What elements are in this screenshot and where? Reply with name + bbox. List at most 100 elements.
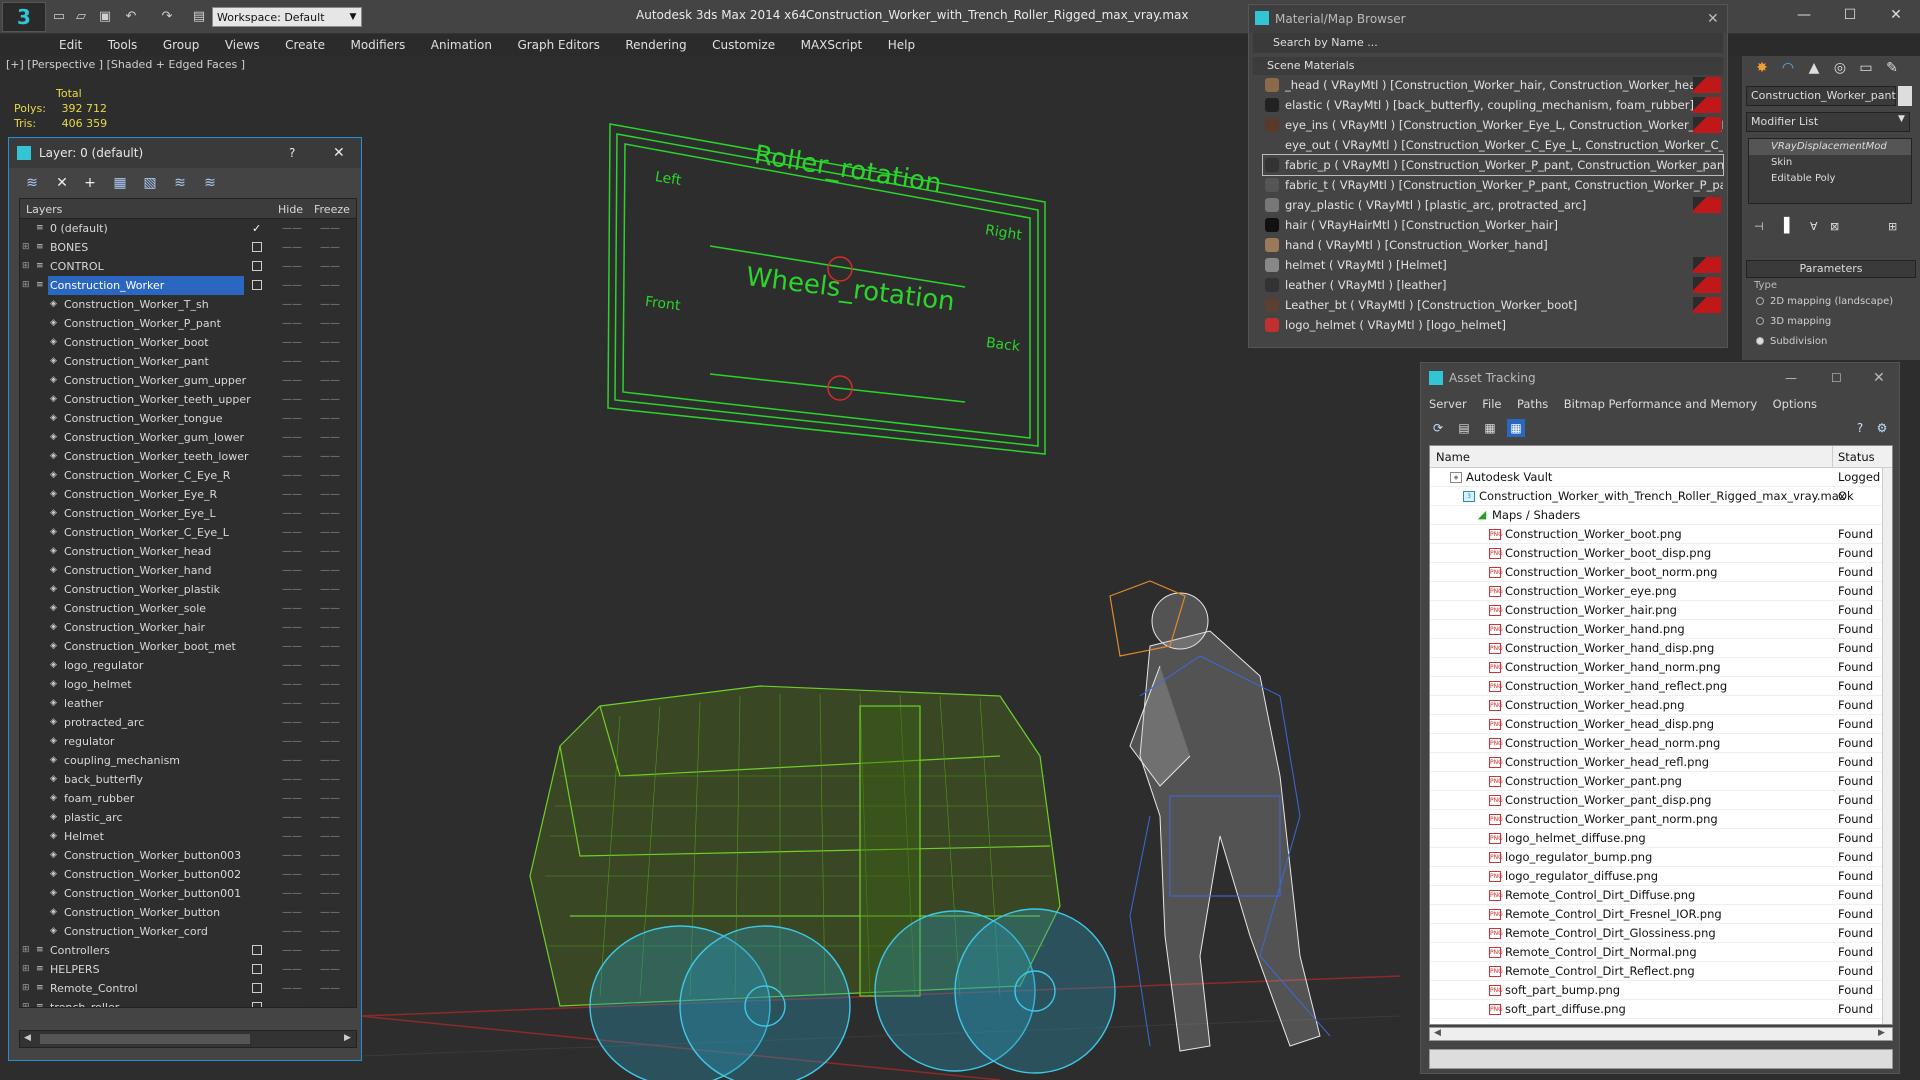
stack-item-vraydisplacement[interactable]: VRayDisplacementMod [1749, 139, 1911, 155]
asset-row[interactable]: PNG Construction_Worker_hand.png Found [1430, 620, 1892, 639]
asset-row[interactable]: PNG Remote_Control_Dirt_Fresnel_IOR.png Fo… [1430, 905, 1892, 924]
parameters-rollout[interactable]: Parameters [1746, 260, 1916, 278]
new-file-icon[interactable]: ▭ [50, 8, 68, 26]
freeze-toggle[interactable]: —— [320, 846, 340, 865]
maximize-dialog-button[interactable]: ☐ [1831, 363, 1842, 393]
layer-row[interactable]: ◈ Construction_Worker_C_Eye_R —— —— [20, 466, 356, 485]
freeze-toggle[interactable]: —— [320, 257, 340, 276]
layer-row[interactable]: ◈ Construction_Worker_Eye_R —— —— [20, 485, 356, 504]
asset-row[interactable]: PNG Construction_Worker_pant.png Found [1430, 772, 1892, 791]
layer-row[interactable]: ◈ logo_regulator —— —— [20, 656, 356, 675]
asset-row[interactable]: PNG logo_regulator_bump.png Found [1430, 848, 1892, 867]
material-row[interactable]: gray_plastic ( VRayMtl ) [plastic_arc, p… [1263, 195, 1723, 215]
hide-toggle[interactable]: —— [282, 409, 302, 428]
layer-row[interactable]: ◈ Construction_Worker_C_Eye_L —— —— [20, 523, 356, 542]
radio-3d-mapping[interactable]: 3D mapping [1756, 316, 1831, 327]
menu-customize[interactable]: Customize [701, 34, 786, 56]
hide-toggle[interactable]: —— [282, 295, 302, 314]
hide-toggle[interactable]: —— [282, 466, 302, 485]
object-name-field[interactable]: Construction_Worker_pant [1746, 86, 1896, 106]
freeze-toggle[interactable]: —— [320, 523, 340, 542]
layer-dialog-titlebar[interactable]: Layer: 0 (default) ? ✕ [9, 138, 361, 168]
hide-toggle[interactable]: —— [282, 998, 302, 1007]
freeze-toggle[interactable]: —— [320, 409, 340, 428]
freeze-toggle[interactable]: —— [320, 428, 340, 447]
asset-row[interactable]: PNG Remote_Control_Dirt_Reflect.png Found [1430, 962, 1892, 981]
menu-maxscript[interactable]: MAXScript [790, 34, 874, 56]
material-row[interactable]: hand ( VRayMtl ) [Construction_Worker_ha… [1263, 235, 1723, 255]
asset-row[interactable]: PNG soft_part_bump.png Found [1430, 981, 1892, 1000]
hide-toggle[interactable]: —— [282, 694, 302, 713]
project-folder-icon[interactable]: ▤ [190, 8, 208, 26]
set-current-box[interactable] [252, 1002, 262, 1007]
asset-row[interactable]: PNG Remote_Control_Dirt_Normal.png Found [1430, 943, 1892, 962]
scene-materials-group[interactable]: Scene Materials [1253, 57, 1723, 75]
hide-toggle[interactable]: —— [282, 485, 302, 504]
layer-row[interactable]: ◈ Construction_Worker_P_pant —— —— [20, 314, 356, 333]
asset-row[interactable]: PNG Construction_Worker_boot.png Found [1430, 525, 1892, 544]
freeze-toggle[interactable]: —— [320, 314, 340, 333]
asset-row[interactable]: PNG logo_regulator_diffuse.png Found [1430, 867, 1892, 886]
hide-toggle[interactable]: —— [282, 504, 302, 523]
hide-toggle[interactable]: —— [282, 257, 302, 276]
hide-toggle[interactable]: —— [282, 390, 302, 409]
material-row[interactable]: helmet ( VRayMtl ) [Helmet] [1263, 255, 1723, 275]
freeze-toggle[interactable]: —— [320, 770, 340, 789]
layer-row[interactable]: ◈ Construction_Worker_button003 —— —— [20, 846, 356, 865]
menu-group[interactable]: Group [152, 34, 211, 56]
asset-row[interactable]: PNG logo_helmet_diffuse.png Found [1430, 829, 1892, 848]
freeze-toggle[interactable]: —— [320, 219, 340, 238]
hide-toggle[interactable]: —— [282, 656, 302, 675]
set-current-box[interactable] [252, 983, 262, 993]
asset-row[interactable]: PNG Construction_Worker_pant_norm.png Foun… [1430, 810, 1892, 829]
minimize-window-button[interactable]: — [1790, 4, 1818, 26]
help-button[interactable]: ? [289, 138, 295, 168]
layer-row[interactable]: ⊞ ≡ HELPERS —— —— [20, 960, 356, 979]
hide-toggle[interactable]: —— [282, 447, 302, 466]
asset-horizontal-scrollbar[interactable]: ◀ ▶ [1429, 1027, 1893, 1041]
set-current-box[interactable] [252, 945, 262, 955]
maximize-window-button[interactable]: ☐ [1836, 4, 1864, 26]
layer-row[interactable]: ⊞ ≡ BONES —— —— [20, 238, 356, 257]
layer-row[interactable]: ◈ Helmet —— —— [20, 827, 356, 846]
select-in-layer-icon[interactable]: ▦ [109, 172, 131, 194]
expand-icon[interactable]: ⊞ [22, 960, 30, 979]
chevron-down-icon[interactable]: ▼ [345, 7, 361, 27]
freeze-toggle[interactable]: —— [320, 371, 340, 390]
redo-icon[interactable]: ↷ [158, 8, 176, 26]
freeze-toggle[interactable]: —— [320, 561, 340, 580]
hide-toggle[interactable]: —— [282, 618, 302, 637]
expand-icon[interactable]: ⊞ [22, 276, 30, 295]
hide-toggle[interactable]: —— [282, 371, 302, 390]
layer-row[interactable]: ⊞ ≡ CONTROL —— —— [20, 257, 356, 276]
hide-toggle[interactable]: —— [282, 276, 302, 295]
configure-modifier-sets-icon[interactable]: ⊞ [1888, 220, 1897, 233]
scroll-right-icon[interactable]: ▶ [1878, 1028, 1885, 1038]
asset-row[interactable]: PNG Construction_Worker_hand_norm.png Foun… [1430, 658, 1892, 677]
material-row[interactable]: eye_out ( VRayMtl ) [Construction_Worker… [1263, 135, 1723, 155]
scroll-left-icon[interactable]: ◀ [24, 1033, 31, 1043]
menu-options[interactable]: Options [1773, 393, 1817, 415]
material-row[interactable]: leather ( VRayMtl ) [leather] [1263, 275, 1723, 295]
new-layer-icon[interactable]: ≋ [21, 172, 43, 194]
freeze-toggle[interactable]: —— [320, 751, 340, 770]
thumbnail-view-icon[interactable]: ▦ [1481, 419, 1499, 437]
asset-row[interactable]: PNG Construction_Worker_head_refl.png Foun… [1430, 753, 1892, 772]
hide-toggle[interactable]: —— [282, 884, 302, 903]
layer-row[interactable]: ◈ Construction_Worker_teeth_upper —— —— [20, 390, 356, 409]
delete-layer-icon[interactable]: ✕ [51, 172, 73, 194]
layer-row[interactable]: ◈ logo_helmet —— —— [20, 675, 356, 694]
freeze-toggle[interactable]: —— [320, 827, 340, 846]
hide-toggle[interactable]: —— [282, 922, 302, 941]
hide-toggle[interactable]: —— [282, 770, 302, 789]
stack-item-skin[interactable]: Skin [1749, 155, 1911, 171]
freeze-all-layers-icon[interactable]: ≋ [199, 172, 221, 194]
freeze-toggle[interactable]: —— [320, 998, 340, 1007]
hide-toggle[interactable]: —— [282, 903, 302, 922]
hide-toggle[interactable]: —— [282, 713, 302, 732]
freeze-toggle[interactable]: —— [320, 979, 340, 998]
asset-tracking-titlebar[interactable]: Asset Tracking — ☐ ✕ [1421, 363, 1899, 393]
freeze-toggle[interactable]: —— [320, 333, 340, 352]
current-layer-check-icon[interactable]: ✓ [252, 219, 261, 238]
layer-row[interactable]: ◈ Construction_Worker_tongue —— —— [20, 409, 356, 428]
